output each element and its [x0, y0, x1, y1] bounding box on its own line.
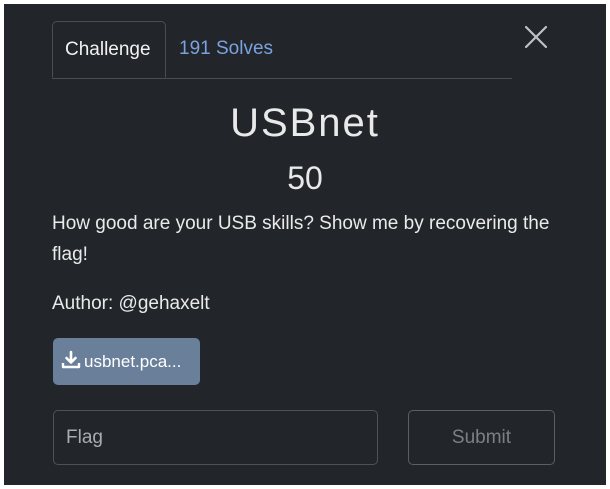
tab-challenge[interactable]: Challenge [52, 21, 166, 78]
file-name: usbnet.pca... [84, 352, 182, 371]
challenge-value: 50 [287, 160, 323, 196]
challenge-title: USBnet [230, 101, 380, 145]
challenge-description: How good are your USB skills? Show me by… [52, 213, 550, 265]
tab-bar: Challenge 191 Solves [52, 21, 512, 79]
challenge-modal: Challenge 191 Solves USBnet 50 How good … [4, 4, 606, 485]
submit-button[interactable]: Submit [408, 410, 555, 465]
download-icon [61, 350, 81, 369]
tab-solves[interactable]: 191 Solves [167, 21, 285, 77]
challenge-author: Author: @gehaxelt [52, 293, 210, 314]
download-file-button[interactable]: usbnet.pca... [53, 338, 200, 385]
close-icon[interactable] [522, 23, 550, 51]
flag-input[interactable] [53, 410, 378, 465]
